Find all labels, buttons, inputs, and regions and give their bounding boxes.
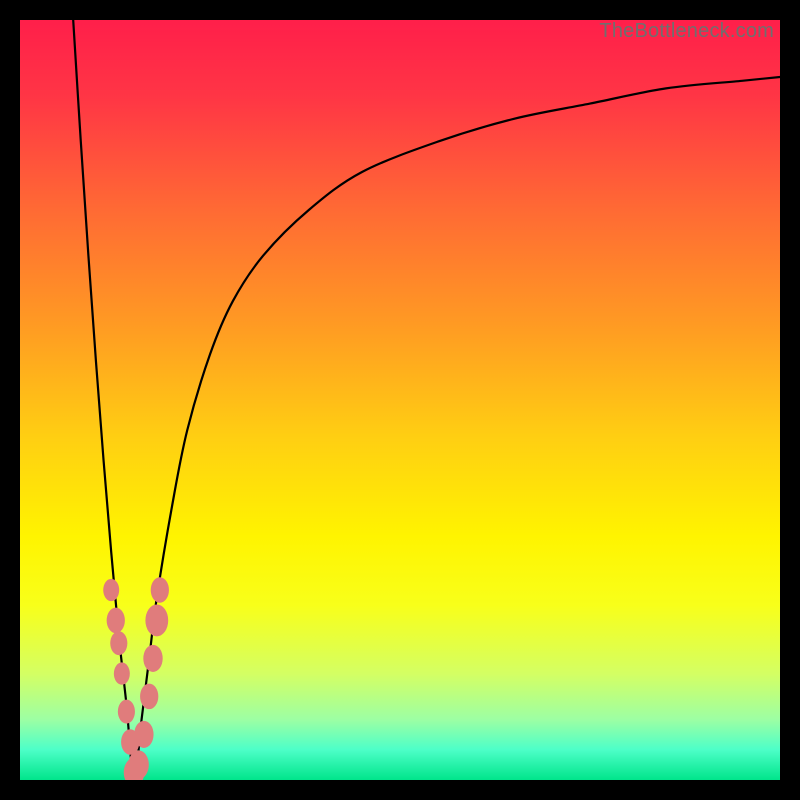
marker-point (114, 662, 130, 684)
marker-point (151, 577, 169, 603)
watermark-text: TheBottleneck.com (599, 20, 774, 43)
marker-point (140, 684, 158, 710)
marker-point (103, 579, 119, 601)
marker-point (143, 645, 162, 672)
marker-point (118, 700, 135, 724)
marker-point (134, 721, 153, 748)
gradient-background (20, 20, 780, 780)
chart-frame: TheBottleneck.com (20, 20, 780, 780)
marker-point (107, 608, 125, 634)
marker-point (128, 750, 149, 779)
marker-point (110, 631, 127, 655)
bottleneck-chart (20, 20, 780, 780)
marker-point (145, 604, 168, 636)
